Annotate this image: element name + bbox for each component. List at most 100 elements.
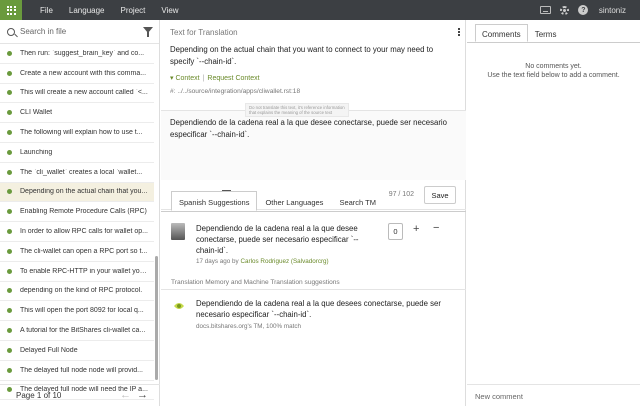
status-dot-icon [7, 268, 12, 274]
page-indicator: Page 1 of 10 [16, 391, 62, 400]
right-tab-divider [467, 42, 640, 43]
suggestion-item: Dependiendo de la cadena real a la que d… [161, 222, 466, 283]
settings-button[interactable] [559, 5, 570, 16]
list-item-label: The following will explain how to use t.… [20, 129, 143, 137]
suggestion-author[interactable]: Carlos Rodriguez (Salvadorcrg) [240, 258, 328, 265]
comments-panel: Comments Terms No comments yet. Use the … [467, 20, 640, 406]
translation-editor[interactable]: Dependiendo de la cadena real a la que d… [161, 110, 466, 180]
list-item[interactable]: This will create a new account called `<… [0, 84, 154, 104]
prev-page-button[interactable]: ← [120, 389, 131, 401]
suggestion-tabs: Spanish Suggestions Other Languages Sear… [171, 191, 384, 211]
list-scrollbar[interactable] [155, 256, 158, 380]
list-item-label: Then run: `suggest_brain_key` and co... [20, 49, 145, 57]
menu-language[interactable]: Language [69, 6, 105, 15]
status-dot-icon [7, 209, 12, 215]
list-item-label: The cli-wallet can open a RPC port so t.… [20, 247, 148, 255]
list-item[interactable]: Enabling Remote Procedure Calls (RPC) [0, 202, 154, 223]
list-item[interactable]: CLI Wallet [0, 103, 154, 124]
source-header: Text for Translation [161, 20, 465, 44]
keyboard-shortcuts-button[interactable] [539, 5, 551, 16]
list-item[interactable]: In order to allow RPC calls for wallet o… [0, 222, 154, 242]
save-button[interactable]: Save [424, 186, 456, 204]
no-comments-message: No comments yet. Use the text field belo… [487, 63, 620, 79]
tab-comments[interactable]: Comments [475, 24, 528, 42]
list-item-label: Delayed Full Node [20, 346, 78, 354]
list-item[interactable]: The cli-wallet can open a RPC port so t.… [0, 242, 154, 262]
top-right-tools: ? sintoniz [536, 0, 640, 20]
status-dot-icon [7, 328, 12, 334]
list-item[interactable]: A tutorial for the BitShares cli-wallet … [0, 321, 154, 341]
tab-search-tm[interactable]: Search TM [331, 191, 384, 211]
string-list-panel: Then run: `suggest_brain_key` and co... C… [0, 20, 160, 406]
tm-meta: docs.bitshares.org's TM, 100% match [196, 323, 302, 330]
list-item-label: Launching [20, 148, 53, 156]
list-item-label: The delayed full node node will provid..… [20, 366, 143, 374]
list-item[interactable]: Delayed Full Node [0, 341, 154, 361]
suggestion-text[interactable]: Dependiendo de la cadena real a la que d… [196, 223, 379, 256]
status-dot-icon [7, 149, 12, 155]
main-menu: File Language Project View [32, 6, 187, 15]
context-tooltip: Do not translate this text, it's referen… [245, 103, 349, 117]
list-item-label: CLI Wallet [20, 109, 53, 117]
editor-panel: Text for Translation Depending on the ac… [161, 20, 466, 406]
list-item-label: The `cli_wallet` creates a local `wallet… [20, 168, 143, 176]
context-toggle[interactable]: ▾ Context [170, 75, 200, 82]
list-item[interactable]: The following will explain how to use t.… [0, 123, 154, 143]
status-dot-icon [7, 50, 12, 56]
next-page-button[interactable]: → [137, 389, 148, 401]
file-path: #: ../../source/integration/apps/cliwall… [170, 88, 301, 95]
app-menu-button[interactable] [0, 0, 22, 20]
list-item-label: Enabling Remote Procedure Calls (RPC) [20, 208, 147, 216]
tm-section-label: Translation Memory and Machine Translati… [171, 279, 340, 286]
downvote-button[interactable]: − [433, 222, 439, 234]
status-dot-icon [7, 288, 12, 294]
user-menu[interactable]: sintoniz [599, 6, 626, 15]
request-context-link[interactable]: Request Context [207, 75, 259, 82]
string-list: Then run: `suggest_brain_key` and co... C… [0, 44, 154, 406]
filter-icon[interactable] [143, 27, 153, 37]
tab-other-languages[interactable]: Other Languages [257, 191, 331, 211]
list-item[interactable]: The `cli_wallet` creates a local `wallet… [0, 163, 154, 183]
status-dot-icon [7, 308, 12, 314]
avatar [171, 223, 185, 240]
keyboard-icon [539, 6, 551, 14]
menu-view[interactable]: View [161, 6, 178, 15]
tm-memory-icon [174, 303, 184, 309]
search-bar [0, 20, 159, 44]
list-item-label: To enable RPC-HTTP in your wallet you ..… [20, 267, 148, 275]
status-dot-icon [7, 90, 12, 96]
list-item[interactable]: Depending on the actual chain that you..… [0, 182, 154, 203]
tm-text[interactable]: Dependiendo de la cadena real a la que d… [196, 298, 461, 320]
list-item[interactable]: To enable RPC-HTTP in your wallet you ..… [0, 262, 154, 282]
list-item[interactable]: Launching [0, 143, 154, 163]
menu-project[interactable]: Project [120, 6, 145, 15]
source-text: Depending on the actual chain that you w… [170, 45, 434, 66]
help-button[interactable]: ? [578, 5, 589, 16]
search-input[interactable] [20, 27, 140, 36]
list-item[interactable]: The delayed full node node will provid..… [0, 361, 154, 381]
upvote-button[interactable]: + [413, 223, 419, 235]
more-options-icon[interactable] [458, 28, 460, 36]
status-dot-icon [7, 189, 12, 195]
list-item[interactable]: This will open the port 8092 for local q… [0, 301, 154, 322]
status-dot-icon [7, 110, 12, 116]
status-dot-icon [7, 248, 12, 254]
list-item[interactable]: Then run: `suggest_brain_key` and co... [0, 44, 154, 64]
list-item-label: depending on the kind of RPC protocol. [20, 287, 143, 295]
list-item-label: This will create a new account called `<… [20, 89, 148, 97]
status-dot-icon [7, 130, 12, 136]
list-item[interactable]: Create a new account with this comma... [0, 64, 154, 84]
status-dot-icon [7, 229, 12, 235]
tab-spanish-suggestions[interactable]: Spanish Suggestions [171, 191, 258, 211]
status-dot-icon [7, 169, 12, 175]
vote-count: 0 [388, 223, 403, 240]
list-item-label: In order to allow RPC calls for wallet o… [20, 228, 148, 236]
new-comment-input[interactable] [467, 385, 640, 406]
list-item-label: Create a new account with this comma... [20, 69, 147, 77]
list-item[interactable]: depending on the kind of RPC protocol. [0, 282, 154, 302]
tab-terms[interactable]: Terms [528, 24, 564, 42]
tab-divider [161, 211, 466, 212]
menu-file[interactable]: File [40, 6, 53, 15]
status-dot-icon [7, 70, 12, 76]
tm-divider [161, 289, 466, 290]
